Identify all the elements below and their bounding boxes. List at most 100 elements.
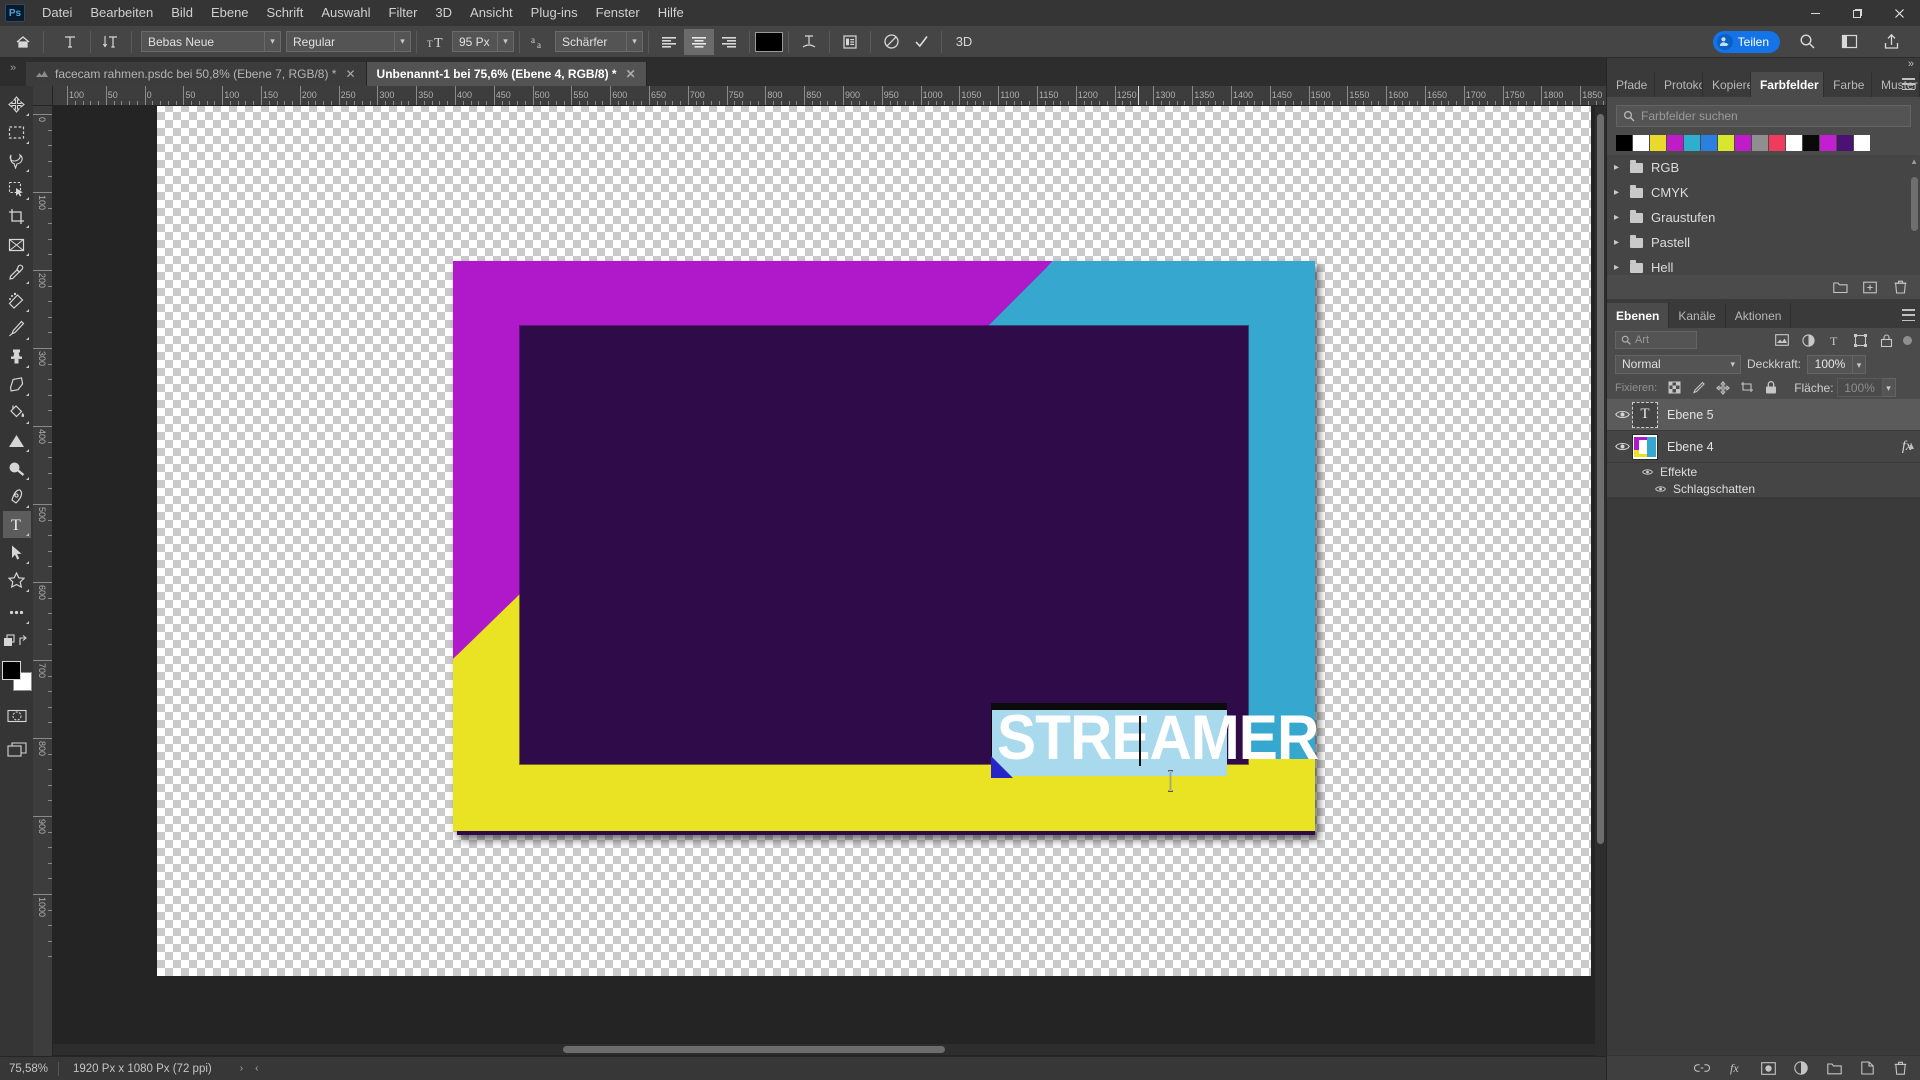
close-icon[interactable]: ✕ xyxy=(626,67,636,81)
chevron-down-icon[interactable]: ▾ xyxy=(1882,378,1896,397)
status-next-icon[interactable]: › xyxy=(234,1063,249,1074)
menu-schrift[interactable]: Schrift xyxy=(258,0,313,26)
layer-name[interactable]: Ebene 5 xyxy=(1667,408,1714,422)
home-icon[interactable] xyxy=(8,29,38,55)
path-selection-tool[interactable] xyxy=(3,539,31,566)
menu-bearbeiten[interactable]: Bearbeiten xyxy=(81,0,162,26)
opacity-value[interactable]: 100% xyxy=(1807,354,1854,374)
layer-effect-schlagschatten[interactable]: Schlagschatten xyxy=(1607,480,1920,497)
shape-tool[interactable] xyxy=(3,567,31,594)
layer-name[interactable]: Ebene 4 xyxy=(1667,440,1714,454)
menu-ansicht[interactable]: Ansicht xyxy=(461,0,522,26)
layer-thumbnail[interactable]: T xyxy=(1632,401,1658,428)
swatch-4[interactable] xyxy=(1684,135,1700,151)
menu-datei[interactable]: Datei xyxy=(33,0,81,26)
maximize-button[interactable] xyxy=(1836,0,1878,26)
swatch-9[interactable] xyxy=(1769,135,1785,151)
adjustment-layer-icon[interactable] xyxy=(1793,1060,1809,1076)
tab-overflow-icon[interactable]: » xyxy=(0,58,26,74)
menu-filter[interactable]: Filter xyxy=(380,0,427,26)
menu-3d[interactable]: 3D xyxy=(426,0,461,26)
tab-kopieren[interactable]: Kopieren xyxy=(1702,72,1751,97)
marquee-tool[interactable] xyxy=(3,119,31,146)
type-tool[interactable]: T xyxy=(2,511,31,538)
align-center-icon[interactable] xyxy=(684,28,714,55)
font-family-select[interactable]: Bebas Neue ▾ xyxy=(141,31,281,52)
close-icon[interactable]: ✕ xyxy=(345,67,355,81)
text-color-swatch[interactable] xyxy=(755,31,783,52)
dodge-tool[interactable] xyxy=(3,455,31,482)
chevron-down-icon[interactable]: ▾ xyxy=(1853,354,1867,374)
font-size-select[interactable]: 95 Px ▾ xyxy=(452,31,514,52)
swatch-group-cmyk[interactable]: ▸ CMYK xyxy=(1607,180,1920,205)
swatch-group-rgb[interactable]: ▸ RGB xyxy=(1607,155,1920,180)
filter-enable-toggle[interactable] xyxy=(1903,335,1912,345)
swatch-12[interactable] xyxy=(1820,135,1836,151)
swatch-7[interactable] xyxy=(1735,135,1751,151)
effects-visibility-icon[interactable] xyxy=(1642,466,1653,477)
cancel-icon[interactable] xyxy=(876,29,906,55)
brush-tool[interactable] xyxy=(3,315,31,342)
menu-fenster[interactable]: Fenster xyxy=(587,0,649,26)
menu-auswahl[interactable]: Auswahl xyxy=(312,0,379,26)
tab-kanaele[interactable]: Kanäle xyxy=(1669,303,1726,328)
workspace-icon[interactable] xyxy=(1834,29,1864,55)
swatches-search-input[interactable] xyxy=(1641,109,1910,123)
layer-effects-group[interactable]: Effekte xyxy=(1607,463,1920,480)
lock-artboard-icon[interactable] xyxy=(1736,378,1757,397)
blend-mode-select[interactable]: Normal ▾ xyxy=(1615,354,1741,374)
edit-toolbar[interactable] xyxy=(2,627,32,654)
delete-layer-icon[interactable] xyxy=(1892,1060,1908,1076)
chevron-right-icon[interactable]: ▸ xyxy=(1614,187,1622,198)
eraser-tool[interactable] xyxy=(3,371,31,398)
swatch-11[interactable] xyxy=(1803,135,1819,151)
anti-alias-select[interactable]: Schärfer ▾ xyxy=(555,31,643,52)
paint-bucket-tool[interactable] xyxy=(3,399,31,426)
swatch-8[interactable] xyxy=(1752,135,1768,151)
scrollbar-thumb[interactable] xyxy=(563,1046,945,1053)
lock-transparency-icon[interactable] xyxy=(1664,378,1685,397)
canvas-area[interactable]: STREAMER xyxy=(53,106,1606,1070)
swatch-5[interactable] xyxy=(1701,135,1717,151)
scrollbar-thumb[interactable] xyxy=(1911,177,1918,231)
font-style-select[interactable]: Regular ▾ xyxy=(286,31,411,52)
quick-selection-tool[interactable] xyxy=(3,175,31,202)
new-group-icon[interactable] xyxy=(1832,279,1848,295)
layer-mask-icon[interactable] xyxy=(1760,1060,1776,1076)
delete-swatch-icon[interactable] xyxy=(1892,279,1908,295)
scrollbar-thumb[interactable] xyxy=(1597,114,1604,844)
warp-text-icon[interactable] xyxy=(794,29,824,55)
search-icon[interactable] xyxy=(1792,29,1822,55)
new-swatch-icon[interactable] xyxy=(1862,279,1878,295)
canvas-horizontal-scrollbar[interactable] xyxy=(53,1044,1606,1055)
quick-mask-icon[interactable] xyxy=(3,702,31,729)
swatch-13[interactable] xyxy=(1837,135,1853,151)
chevron-down-icon[interactable]: ▾ xyxy=(1730,359,1740,370)
scroll-up-icon[interactable]: ▲ xyxy=(1910,157,1918,166)
chevron-right-icon[interactable]: ▸ xyxy=(1614,212,1622,223)
horizontal-ruler[interactable]: 100 50 0 50 100 150 200 250 300 350 400 450 500 550 60… xyxy=(53,86,1606,106)
swatch-list-scrollbar[interactable]: ▲ xyxy=(1910,157,1918,269)
pen-tool[interactable] xyxy=(3,483,31,510)
streamer-text[interactable]: STREAMER xyxy=(997,702,1319,774)
panel-menu-icon[interactable] xyxy=(1902,309,1915,321)
crop-tool[interactable] xyxy=(3,203,31,230)
tab-aktionen[interactable]: Aktionen xyxy=(1725,303,1792,328)
menu-hilfe[interactable]: Hilfe xyxy=(649,0,693,26)
layer-style-icon[interactable]: fx xyxy=(1727,1060,1743,1076)
layer-visibility-icon[interactable] xyxy=(1612,441,1632,452)
chevron-down-icon[interactable]: ▾ xyxy=(264,32,280,51)
swatch-1[interactable] xyxy=(1633,135,1649,151)
color-swatches[interactable] xyxy=(1,661,32,691)
filter-shape-icon[interactable] xyxy=(1847,330,1873,350)
text-orientation-icon[interactable] xyxy=(96,29,126,55)
character-panel-icon[interactable] xyxy=(835,29,865,55)
swatch-group-pastell[interactable]: ▸ Pastell xyxy=(1607,230,1920,255)
minimize-button[interactable] xyxy=(1794,0,1836,26)
align-right-icon[interactable] xyxy=(714,29,744,55)
swatch-14[interactable] xyxy=(1854,135,1870,151)
share-export-icon[interactable] xyxy=(1876,29,1906,55)
chevron-down-icon[interactable]: ▾ xyxy=(394,32,410,51)
lasso-tool[interactable] xyxy=(3,147,31,174)
filter-adjustment-icon[interactable] xyxy=(1795,330,1821,350)
